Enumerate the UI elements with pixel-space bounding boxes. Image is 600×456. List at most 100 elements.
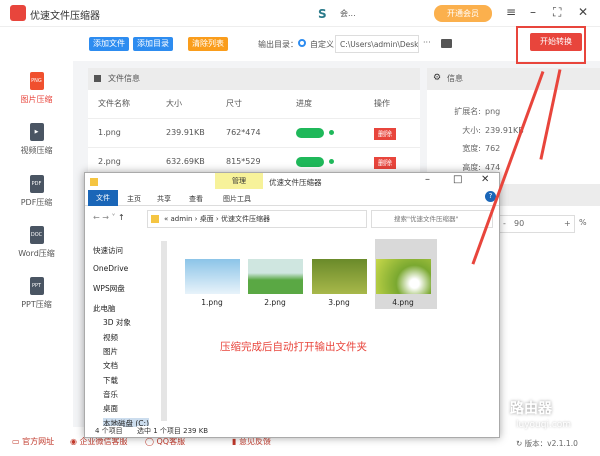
scrollbar[interactable] xyxy=(161,241,167,421)
width-label: 宽度: xyxy=(451,140,481,159)
word-file-icon: DOC xyxy=(30,226,44,244)
output-dir-label: 输出目录： xyxy=(258,39,298,50)
add-file-button[interactable]: 添加文件 xyxy=(89,37,129,51)
tab-home[interactable]: 主页 xyxy=(127,194,141,204)
status-selected: 选中 1 个项目 239 KB xyxy=(137,426,208,436)
file-info-header: 文件信息 xyxy=(88,68,420,90)
progress-bar xyxy=(296,119,334,147)
pdf-file-icon: PDF xyxy=(30,175,44,193)
nav-onedrive[interactable]: OneDrive xyxy=(93,264,128,273)
col-dim: 尺寸 xyxy=(226,90,242,118)
manage-tab[interactable]: 管理 xyxy=(215,173,263,189)
file-info-title: 文件信息 xyxy=(108,74,140,83)
tab-share[interactable]: 共享 xyxy=(157,194,171,204)
col-progress: 进度 xyxy=(296,90,312,118)
ribbon-tabs: 文件 主页 共享 查看 图片工具 ? xyxy=(85,190,499,206)
custom-label: 自定义 xyxy=(310,39,334,50)
ext-value: png xyxy=(485,103,524,122)
sidebar-label: 图片压缩 xyxy=(21,95,53,104)
nav-music[interactable]: 音乐 xyxy=(103,389,118,400)
nav-pane: 快速访问 OneDrive WPS网盘 此电脑 3D 对象 视频 图片 文档 下… xyxy=(85,237,173,427)
sidebar-label: Word压缩 xyxy=(18,249,55,258)
link-label: 官方网址 xyxy=(22,437,54,446)
browse-more-button[interactable]: ··· xyxy=(423,38,431,47)
folder-icon xyxy=(90,178,98,186)
info-header: 信息 xyxy=(427,68,600,90)
tab-view[interactable]: 查看 xyxy=(189,194,203,204)
maximize-icon[interactable]: □ xyxy=(453,174,462,185)
folder-icon[interactable] xyxy=(441,39,452,48)
sidebar-item-image[interactable]: PNG 图片压缩 xyxy=(0,72,73,105)
folder-icon xyxy=(151,215,159,223)
file-label[interactable]: 2.png xyxy=(245,298,305,307)
watermark-logo: 路由器 xyxy=(510,398,552,418)
annotation-text: 压缩完成后自动打开输出文件夹 xyxy=(220,339,367,354)
nav-arrows[interactable]: ← → ˅ ↑ xyxy=(93,213,125,222)
thumbnail-3[interactable] xyxy=(312,259,367,294)
breadcrumb-folder[interactable]: 优速文件压缩器 xyxy=(221,215,270,223)
clear-list-button[interactable]: 清除列表 xyxy=(188,37,228,51)
add-directory-button[interactable]: 添加目录 xyxy=(133,37,173,51)
quality-value[interactable]: 90 xyxy=(514,219,524,228)
nav-quick-access[interactable]: 快速访问 xyxy=(93,245,123,256)
title-bar: 优速文件压缩器 S 会... 开通会员 ≡ – ⛶ ✕ xyxy=(0,0,600,27)
link-label: 企业微信客服 xyxy=(80,437,128,446)
close-icon[interactable]: ✕ xyxy=(578,5,588,19)
sidebar-item-word[interactable]: DOC Word压缩 xyxy=(0,226,73,259)
file-dim: 762*474 xyxy=(226,119,261,147)
nav-documents[interactable]: 文档 xyxy=(103,360,118,371)
website-link[interactable]: ▭ 官方网址 xyxy=(12,436,54,447)
info-labels: 扩展名:大小:宽度:高度: xyxy=(451,103,481,177)
menu-icon[interactable]: ≡ xyxy=(506,5,516,19)
percent-label: % xyxy=(579,218,587,227)
status-count: 4 个项目 xyxy=(95,426,123,436)
thumbnail-1[interactable] xyxy=(185,259,240,294)
minimize-icon[interactable]: – xyxy=(530,5,536,19)
sidebar-label: PDF压缩 xyxy=(21,198,53,207)
delete-button[interactable]: 删除 xyxy=(374,128,396,140)
check-icon xyxy=(329,130,334,135)
sidebar-item-pdf[interactable]: PDF PDF压缩 xyxy=(0,175,73,208)
vip-button[interactable]: 开通会员 xyxy=(434,5,492,22)
sidebar-item-ppt[interactable]: PPTPPT压缩 xyxy=(0,277,73,310)
file-label[interactable]: 1.png xyxy=(182,298,242,307)
thumbnail-2[interactable] xyxy=(248,259,303,294)
version-text: 版本：v2.1.1.0 xyxy=(525,439,578,448)
custom-radio[interactable] xyxy=(298,39,306,47)
sidebar-item-video[interactable]: ▶视频压缩 xyxy=(0,123,73,156)
close-icon[interactable]: ✕ xyxy=(481,174,489,185)
decrease-button[interactable]: - xyxy=(503,219,506,228)
image-file-icon: PNG xyxy=(30,72,44,90)
nav-downloads[interactable]: 下载 xyxy=(103,375,118,386)
tab-picture-tools[interactable]: 图片工具 xyxy=(223,194,251,204)
delete-button[interactable]: 删除 xyxy=(374,157,396,169)
col-name: 文件名称 xyxy=(98,90,130,118)
nav-this-pc[interactable]: 此电脑 xyxy=(93,303,116,314)
minimize-icon[interactable]: – xyxy=(425,174,430,185)
maximize-icon[interactable]: ⛶ xyxy=(553,5,561,20)
sidebar: PNG 图片压缩 ▶视频压缩 PDF PDF压缩 DOC Word压缩 PPTPPT压… xyxy=(0,27,73,427)
nav-pictures[interactable]: 图片 xyxy=(103,346,118,357)
table-row: 1.png 239.91KB 762*474 删除 xyxy=(88,118,420,146)
size-label: 大小: xyxy=(451,122,481,141)
thumbnail-4[interactable] xyxy=(376,259,431,294)
file-explorer-window: 管理 优速文件压缩器 – □ ✕ 文件 主页 共享 查看 图片工具 ? ← → … xyxy=(84,172,500,438)
file-label[interactable]: 4.png xyxy=(373,298,433,307)
increase-button[interactable]: + xyxy=(564,219,571,228)
user-name[interactable]: 会... xyxy=(340,8,356,19)
file-label[interactable]: 3.png xyxy=(309,298,369,307)
search-input[interactable]: 搜索"优速文件压缩器" xyxy=(371,210,493,228)
nav-3d[interactable]: 3D 对象 xyxy=(103,317,131,328)
version: ↻ 版本：v2.1.1.0 xyxy=(516,438,578,449)
address-bar[interactable]: « admin › 桌面 › 优速文件压缩器 xyxy=(147,210,367,228)
tab-file[interactable]: 文件 xyxy=(88,190,118,206)
nav-desktop[interactable]: 桌面 xyxy=(103,403,118,414)
app-logo xyxy=(10,5,26,21)
breadcrumb-admin[interactable]: admin xyxy=(171,215,193,223)
nav-videos[interactable]: 视频 xyxy=(103,332,118,343)
nav-wps[interactable]: WPS网盘 xyxy=(93,283,125,294)
output-path-input[interactable]: C:\Users\admin\Deskto xyxy=(335,35,419,53)
image-icon xyxy=(94,75,101,82)
breadcrumb-desktop[interactable]: 桌面 xyxy=(200,215,214,223)
quality-stepper[interactable]: - 90 + xyxy=(499,215,575,233)
